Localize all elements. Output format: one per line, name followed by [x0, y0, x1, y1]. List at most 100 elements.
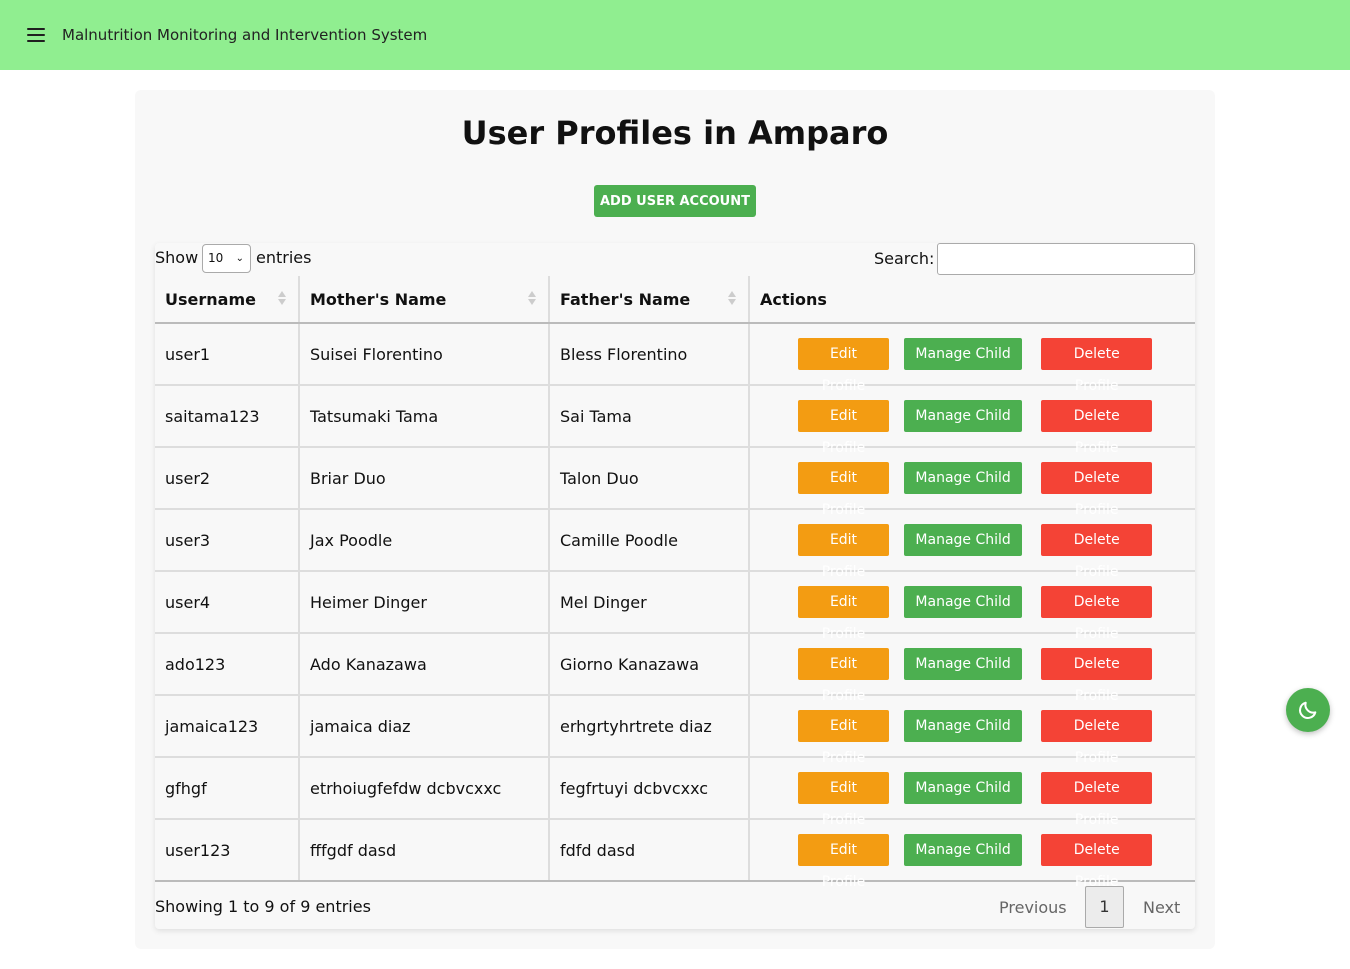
edit-profile-button[interactable]: Edit Profile [798, 834, 889, 890]
table-header-row: Username Mother's Name Father's Name Act… [155, 276, 1195, 324]
column-header-actions: Actions [749, 276, 1195, 324]
column-header-mother[interactable]: Mother's Name [299, 276, 550, 324]
cell-actions: Edit Profile Manage Child Delete Profile [749, 509, 1195, 580]
delete-profile-button[interactable]: Delete Profile [1041, 400, 1153, 456]
cell-username: user4 [155, 571, 300, 634]
edit-profile-button[interactable]: Edit Profile [798, 586, 889, 642]
delete-profile-button[interactable]: Delete Profile [1041, 772, 1153, 828]
edit-profile-button[interactable]: Edit Profile [798, 524, 889, 580]
edit-profile-button[interactable]: Edit Profile [798, 710, 889, 766]
table-row: jamaica123 jamaica diaz erhgrtyhrtrete d… [155, 695, 1195, 766]
cell-actions: Edit Profile Manage Child Delete Profile [749, 323, 1195, 394]
cell-actions: Edit Profile Manage Child Delete Profile [749, 447, 1195, 518]
pagination-previous[interactable]: Previous [999, 898, 1067, 917]
cell-father-name: Camille Poodle [549, 509, 750, 572]
theme-toggle-button[interactable] [1286, 688, 1330, 732]
manage-child-button[interactable]: Manage Child [904, 524, 1023, 556]
chevron-down-icon: ⌄ [235, 253, 244, 264]
cell-username: ado123 [155, 633, 300, 696]
table-body: user1 Suisei Florentino Bless Florentino… [155, 323, 1195, 890]
table-info: Showing 1 to 9 of 9 entries [155, 897, 371, 916]
column-header-label: Username [165, 289, 256, 309]
column-header-label: Actions [760, 289, 827, 309]
hamburger-menu-icon[interactable] [27, 28, 45, 42]
column-header-father[interactable]: Father's Name [549, 276, 750, 324]
table-row: gfhgf etrhoiugfefdw dcbvcxxc fegfrtuyi d… [155, 757, 1195, 828]
cell-mother-name: etrhoiugfefdw dcbvcxxc [299, 757, 550, 820]
cell-mother-name: Tatsumaki Tama [299, 385, 550, 448]
cell-username: gfhgf [155, 757, 300, 820]
edit-profile-button[interactable]: Edit Profile [798, 400, 889, 456]
top-app-bar: Malnutrition Monitoring and Intervention… [0, 0, 1350, 70]
cell-username: user3 [155, 509, 300, 572]
search-input[interactable] [937, 243, 1195, 275]
delete-profile-button[interactable]: Delete Profile [1041, 648, 1153, 704]
cell-father-name: Mel Dinger [549, 571, 750, 634]
cell-father-name: Sai Tama [549, 385, 750, 448]
cell-actions: Edit Profile Manage Child Delete Profile [749, 819, 1195, 890]
table-row: user4 Heimer Dinger Mel Dinger Edit Prof… [155, 571, 1195, 642]
delete-profile-button[interactable]: Delete Profile [1041, 462, 1153, 518]
table-row: user3 Jax Poodle Camille Poodle Edit Pro… [155, 509, 1195, 580]
delete-profile-button[interactable]: Delete Profile [1041, 834, 1153, 890]
table-row: user123 fffgdf dasd fdfd dasd Edit Profi… [155, 819, 1195, 890]
table-row: ado123 Ado Kanazawa Giorno Kanazawa Edit… [155, 633, 1195, 704]
delete-profile-button[interactable]: Delete Profile [1041, 338, 1153, 394]
page-title: User Profiles in Amparo [461, 114, 889, 152]
cell-father-name: Bless Florentino [549, 323, 750, 386]
manage-child-button[interactable]: Manage Child [904, 586, 1023, 618]
cell-actions: Edit Profile Manage Child Delete Profile [749, 757, 1195, 828]
table-row: saitama123 Tatsumaki Tama Sai Tama Edit … [155, 385, 1195, 456]
delete-profile-button[interactable]: Delete Profile [1041, 524, 1153, 580]
cell-mother-name: Briar Duo [299, 447, 550, 510]
cell-mother-name: Jax Poodle [299, 509, 550, 572]
pagination-next[interactable]: Next [1143, 898, 1180, 917]
cell-actions: Edit Profile Manage Child Delete Profile [749, 633, 1195, 704]
cell-father-name: Giorno Kanazawa [549, 633, 750, 696]
cell-mother-name: fffgdf dasd [299, 819, 550, 882]
edit-profile-button[interactable]: Edit Profile [798, 648, 889, 704]
column-header-label: Mother's Name [310, 289, 447, 309]
cell-username: user1 [155, 323, 300, 386]
sort-icon [728, 291, 736, 307]
cell-father-name: fegfrtuyi dcbvcxxc [549, 757, 750, 820]
manage-child-button[interactable]: Manage Child [904, 834, 1023, 866]
page-length-value: 10 [208, 251, 224, 265]
table-row: user1 Suisei Florentino Bless Florentino… [155, 323, 1195, 394]
cell-actions: Edit Profile Manage Child Delete Profile [749, 695, 1195, 766]
moon-icon [1299, 701, 1317, 719]
user-profiles-table: Username Mother's Name Father's Name Act… [155, 276, 1195, 890]
cell-username: jamaica123 [155, 695, 300, 758]
edit-profile-button[interactable]: Edit Profile [798, 772, 889, 828]
cell-username: saitama123 [155, 385, 300, 448]
manage-child-button[interactable]: Manage Child [904, 648, 1023, 680]
cell-mother-name: Heimer Dinger [299, 571, 550, 634]
app-title: Malnutrition Monitoring and Intervention… [62, 26, 428, 44]
column-header-username[interactable]: Username [155, 276, 300, 324]
manage-child-button[interactable]: Manage Child [904, 400, 1023, 432]
manage-child-button[interactable]: Manage Child [904, 338, 1023, 370]
delete-profile-button[interactable]: Delete Profile [1041, 710, 1153, 766]
column-header-label: Father's Name [560, 289, 691, 309]
cell-mother-name: Ado Kanazawa [299, 633, 550, 696]
cell-username: user2 [155, 447, 300, 510]
cell-father-name: Talon Duo [549, 447, 750, 510]
manage-child-button[interactable]: Manage Child [904, 772, 1023, 804]
sort-icon [528, 291, 536, 307]
manage-child-button[interactable]: Manage Child [904, 462, 1023, 494]
entries-label: entries [256, 248, 312, 267]
cell-father-name: fdfd dasd [549, 819, 750, 882]
edit-profile-button[interactable]: Edit Profile [798, 338, 889, 394]
table-row: user2 Briar Duo Talon Duo Edit Profile M… [155, 447, 1195, 518]
sort-icon [278, 291, 286, 307]
delete-profile-button[interactable]: Delete Profile [1041, 586, 1153, 642]
edit-profile-button[interactable]: Edit Profile [798, 462, 889, 518]
cell-father-name: erhgrtyhrtrete diaz [549, 695, 750, 758]
manage-child-button[interactable]: Manage Child [904, 710, 1023, 742]
pagination-page-1[interactable]: 1 [1085, 886, 1124, 928]
cell-mother-name: Suisei Florentino [299, 323, 550, 386]
page-length-select[interactable]: 10 ⌄ [202, 244, 251, 273]
cell-actions: Edit Profile Manage Child Delete Profile [749, 571, 1195, 642]
cell-username: user123 [155, 819, 300, 882]
add-user-account-button[interactable]: ADD USER ACCOUNT [594, 185, 756, 217]
